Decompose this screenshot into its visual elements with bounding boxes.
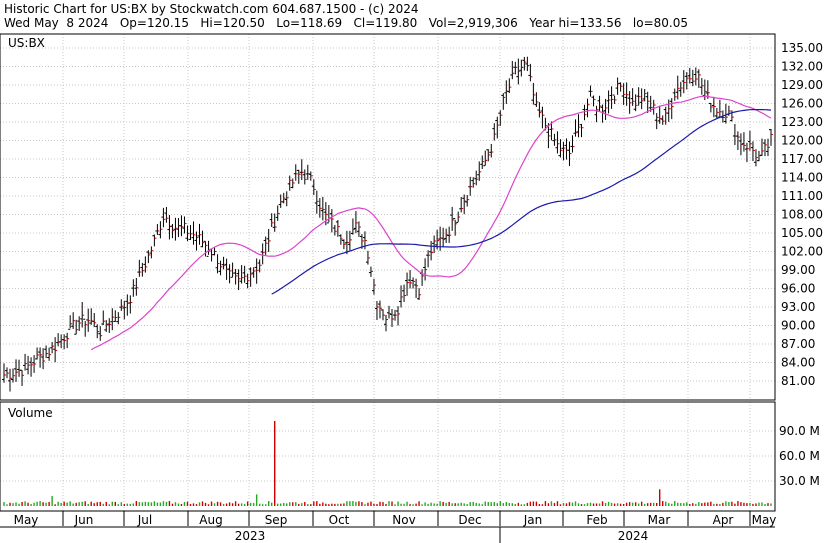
month-label: Nov: [392, 513, 415, 527]
price-tick-label: 117.00: [781, 152, 823, 166]
price-tick-label: 99.00: [781, 263, 815, 277]
price-tick-label: 81.00: [781, 374, 815, 388]
price-tick-label: 126.00: [781, 97, 823, 111]
volume-panel-label: Volume: [8, 406, 53, 420]
month-label: Sep: [265, 513, 288, 527]
price-tick-label: 96.00: [781, 282, 815, 296]
month-label: Oct: [329, 513, 350, 527]
price-panel-label: US:BX: [8, 36, 45, 50]
price-tick-label: 90.00: [781, 319, 815, 333]
price-tick-label: 129.00: [781, 78, 823, 92]
volume-axis: 30.0 M 60.0 M 90.0 M: [779, 424, 820, 488]
price-tick-label: 87.00: [781, 337, 815, 351]
month-label: Apr: [713, 513, 734, 527]
price-tick-label: 84.00: [781, 356, 815, 370]
month-label: Aug: [199, 513, 222, 527]
month-label: Mar: [648, 513, 671, 527]
volume-tick-label: 90.0 M: [779, 424, 820, 438]
month-label: May: [752, 513, 777, 527]
month-label: Jan: [523, 513, 543, 527]
year-label: 2023: [235, 529, 266, 543]
month-label: Jul: [137, 513, 152, 527]
price-tick-label: 135.00: [781, 41, 823, 55]
price-tick-label: 120.00: [781, 134, 823, 148]
month-label: May: [14, 513, 39, 527]
price-tick-label: 93.00: [781, 300, 815, 314]
month-label: Dec: [458, 513, 481, 527]
price-tick-label: 108.00: [781, 208, 823, 222]
price-tick-label: 123.00: [781, 115, 823, 129]
stock-chart: 135.00 132.00 129.00 126.00 123.00 120.00 117.…: [0, 33, 830, 543]
month-label: Feb: [586, 513, 607, 527]
price-tick-label: 132.00: [781, 60, 823, 74]
price-tick-label: 102.00: [781, 245, 823, 259]
year-label: 2024: [618, 529, 649, 543]
volume-tick-label: 60.0 M: [779, 449, 820, 463]
price-tick-label: 111.00: [781, 189, 823, 203]
price-tick-label: 114.00: [781, 171, 823, 185]
month-label: Jun: [74, 513, 94, 527]
price-tick-label: 105.00: [781, 226, 823, 240]
volume-tick-label: 30.0 M: [779, 474, 820, 488]
